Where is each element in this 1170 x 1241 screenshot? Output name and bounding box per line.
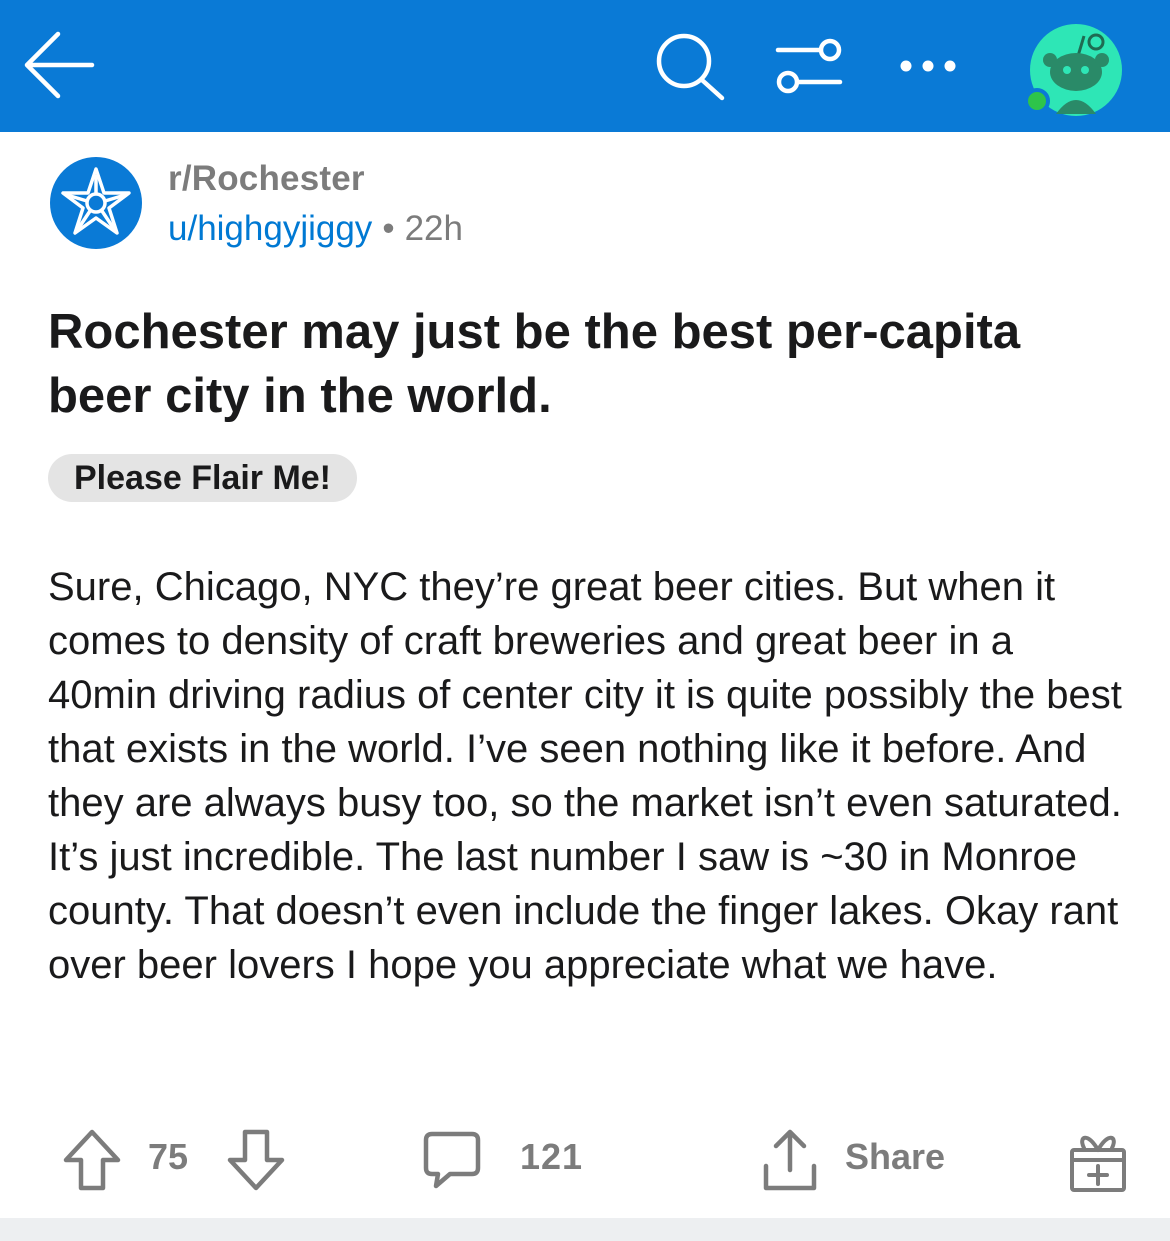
top-app-bar [0, 0, 1170, 132]
search-icon[interactable] [652, 30, 728, 102]
award-gift-icon[interactable] [1064, 1126, 1130, 1194]
subreddit-icon[interactable] [48, 155, 144, 251]
more-icon[interactable] [896, 52, 960, 80]
upvote-icon[interactable] [62, 1128, 122, 1192]
byline-separator: • [382, 209, 395, 248]
comment-icon[interactable] [420, 1128, 484, 1192]
share-icon[interactable] [758, 1126, 822, 1194]
downvote-icon[interactable] [226, 1128, 286, 1192]
subreddit-name[interactable]: r/Rochester [168, 159, 365, 199]
post-body-text: Sure, Chicago, NYC they’re great beer ci… [48, 565, 1122, 987]
post-body: Sure, Chicago, NYC they’re great beer ci… [48, 560, 1128, 992]
post-age: 22h [404, 209, 463, 248]
share-button-label[interactable]: Share [845, 1136, 945, 1178]
post-byline: u/highgyjiggy • 22h [168, 209, 463, 249]
back-arrow-icon[interactable] [22, 30, 96, 100]
post-action-bar: 75 121 Share [0, 1120, 1170, 1200]
post-flair[interactable]: Please Flair Me! [48, 454, 358, 502]
comment-count[interactable]: 121 [520, 1136, 583, 1178]
post-header: r/Rochester u/highgyjiggy • 22h [48, 155, 1128, 255]
vote-score: 75 [148, 1136, 189, 1177]
sort-filter-icon[interactable] [774, 36, 844, 96]
avatar-icon[interactable] [1020, 22, 1124, 118]
bottom-divider [0, 1218, 1170, 1241]
post-title: Rochester may just be the best per-capit… [48, 305, 1021, 423]
author-username[interactable]: u/highgyjiggy [168, 209, 372, 248]
